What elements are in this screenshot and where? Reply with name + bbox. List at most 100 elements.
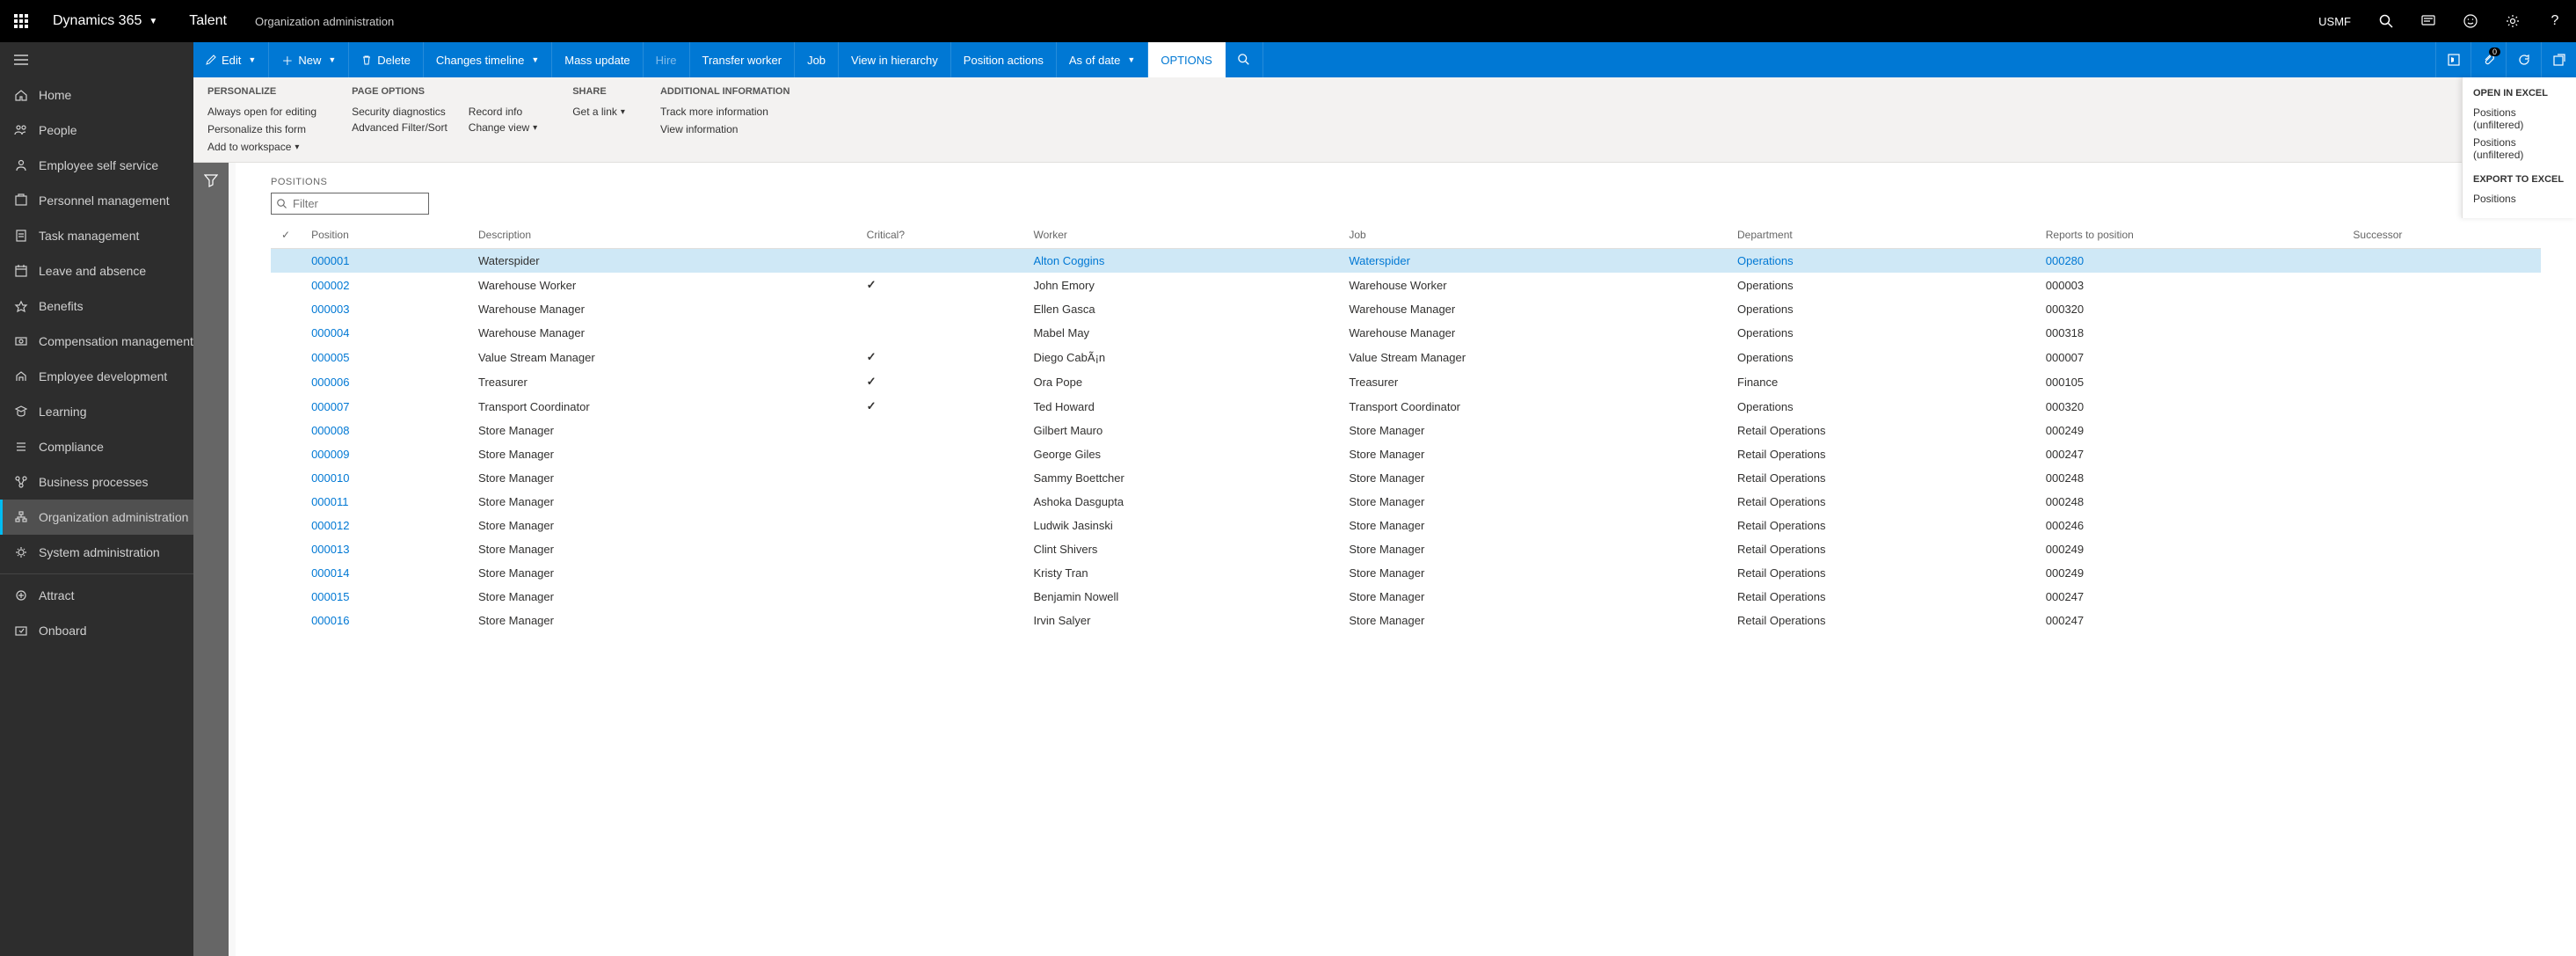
- attachments-button[interactable]: 0: [2470, 42, 2506, 77]
- table-row[interactable]: 000008Store ManagerGilbert MauroStore Ma…: [271, 419, 2541, 442]
- record-info-link[interactable]: Record info: [469, 106, 537, 118]
- nav-item-onboard[interactable]: Onboard: [0, 613, 193, 648]
- nav-item-org[interactable]: Organization administration: [0, 500, 193, 535]
- table-row[interactable]: 000014Store ManagerKristy TranStore Mana…: [271, 561, 2541, 585]
- changes-timeline-button[interactable]: Changes timeline ▼: [424, 42, 552, 77]
- table-row[interactable]: 000005Value Stream Manager✓Diego CabÃ¡nV…: [271, 345, 2541, 369]
- column-worker[interactable]: Worker: [1022, 222, 1338, 249]
- position-link[interactable]: 000008: [311, 424, 349, 437]
- nav-item-learn[interactable]: Learning: [0, 394, 193, 429]
- flyout-export-item[interactable]: Positions: [2473, 190, 2565, 208]
- column-position[interactable]: Position: [301, 222, 468, 249]
- position-actions-button[interactable]: Position actions: [951, 42, 1057, 77]
- view-hierarchy-button[interactable]: View in hierarchy: [839, 42, 951, 77]
- edit-button[interactable]: Edit ▼: [193, 42, 269, 77]
- column-job[interactable]: Job: [1338, 222, 1727, 249]
- flyout-open-item[interactable]: Positions (unfiltered): [2473, 134, 2565, 164]
- filter-pane-toggle[interactable]: [193, 163, 229, 956]
- nav-item-task[interactable]: Task management: [0, 218, 193, 253]
- row-checkbox[interactable]: [271, 297, 301, 321]
- nav-item-leave[interactable]: Leave and absence: [0, 253, 193, 288]
- position-link[interactable]: 000014: [311, 566, 349, 580]
- position-link[interactable]: 000007: [311, 400, 349, 413]
- hire-button[interactable]: Hire: [644, 42, 690, 77]
- table-row[interactable]: 000012Store ManagerLudwik JasinskiStore …: [271, 514, 2541, 537]
- position-link[interactable]: 000012: [311, 519, 349, 532]
- nav-item-ess[interactable]: Employee self service: [0, 148, 193, 183]
- row-checkbox[interactable]: [271, 321, 301, 345]
- view-info-link[interactable]: View information: [660, 123, 790, 135]
- job-button[interactable]: Job: [795, 42, 839, 77]
- position-link[interactable]: 000005: [311, 351, 349, 364]
- position-link[interactable]: 000004: [311, 326, 349, 339]
- row-checkbox[interactable]: [271, 537, 301, 561]
- row-checkbox[interactable]: [271, 345, 301, 369]
- row-checkbox[interactable]: [271, 585, 301, 609]
- options-tab[interactable]: OPTIONS: [1148, 42, 1226, 77]
- nav-item-dev[interactable]: Employee development: [0, 359, 193, 394]
- position-link[interactable]: 000002: [311, 279, 349, 292]
- nav-item-pm[interactable]: Personnel management: [0, 183, 193, 218]
- nav-item-compl[interactable]: Compliance: [0, 429, 193, 464]
- table-row[interactable]: 000013Store ManagerClint ShiversStore Ma…: [271, 537, 2541, 561]
- office-button[interactable]: [2435, 42, 2470, 77]
- table-row[interactable]: 000009Store ManagerGeorge GilesStore Man…: [271, 442, 2541, 466]
- always-open-link[interactable]: Always open for editing: [207, 106, 317, 118]
- popout-button[interactable]: [2541, 42, 2576, 77]
- help-icon[interactable]: ?: [2534, 0, 2576, 42]
- column-successor[interactable]: Successor: [2342, 222, 2541, 249]
- track-more-link[interactable]: Track more information: [660, 106, 790, 118]
- table-row[interactable]: 000001WaterspiderAlton CogginsWaterspide…: [271, 249, 2541, 274]
- table-row[interactable]: 000004Warehouse ManagerMabel MayWarehous…: [271, 321, 2541, 345]
- search-icon[interactable]: [2365, 0, 2407, 42]
- nav-item-benefits[interactable]: Benefits: [0, 288, 193, 324]
- add-workspace-link[interactable]: Add to workspace▾: [207, 141, 317, 153]
- position-link[interactable]: 000003: [311, 303, 349, 316]
- row-checkbox[interactable]: [271, 561, 301, 585]
- position-link[interactable]: 000011: [311, 495, 348, 508]
- position-link[interactable]: 000015: [311, 590, 349, 603]
- row-checkbox[interactable]: [271, 466, 301, 490]
- personalize-form-link[interactable]: Personalize this form: [207, 123, 317, 135]
- mass-update-button[interactable]: Mass update: [552, 42, 643, 77]
- table-row[interactable]: 000006Treasurer✓Ora PopeTreasurerFinance…: [271, 369, 2541, 394]
- flyout-open-item[interactable]: Positions (unfiltered): [2473, 104, 2565, 134]
- refresh-button[interactable]: [2506, 42, 2541, 77]
- position-link[interactable]: 000001: [311, 254, 349, 267]
- row-checkbox[interactable]: [271, 249, 301, 274]
- table-row[interactable]: 000007Transport Coordinator✓Ted HowardTr…: [271, 394, 2541, 419]
- row-checkbox[interactable]: [271, 369, 301, 394]
- nav-item-biz[interactable]: Business processes: [0, 464, 193, 500]
- column-reports[interactable]: Reports to position: [2035, 222, 2343, 249]
- row-checkbox[interactable]: [271, 273, 301, 297]
- row-checkbox[interactable]: [271, 394, 301, 419]
- nav-item-home[interactable]: Home: [0, 77, 193, 113]
- table-row[interactable]: 000011Store ManagerAshoka DasguptaStore …: [271, 490, 2541, 514]
- change-view-link[interactable]: Change view▾: [469, 121, 537, 134]
- row-checkbox[interactable]: [271, 514, 301, 537]
- row-checkbox[interactable]: [271, 419, 301, 442]
- row-checkbox[interactable]: [271, 442, 301, 466]
- grid-filter-input[interactable]: [271, 193, 429, 215]
- app-launcher-button[interactable]: [0, 0, 42, 42]
- row-checkbox[interactable]: [271, 490, 301, 514]
- table-row[interactable]: 000003Warehouse ManagerEllen GascaWareho…: [271, 297, 2541, 321]
- column-critical[interactable]: Critical?: [856, 222, 1023, 249]
- table-row[interactable]: 000016Store ManagerIrvin SalyerStore Man…: [271, 609, 2541, 632]
- get-link-link[interactable]: Get a link▾: [572, 106, 625, 118]
- delete-button[interactable]: Delete: [349, 42, 424, 77]
- row-checkbox[interactable]: [271, 609, 301, 632]
- table-row[interactable]: 000010Store ManagerSammy BoettcherStore …: [271, 466, 2541, 490]
- position-link[interactable]: 000009: [311, 448, 349, 461]
- table-row[interactable]: 000015Store ManagerBenjamin NowellStore …: [271, 585, 2541, 609]
- transfer-worker-button[interactable]: Transfer worker: [690, 42, 796, 77]
- position-link[interactable]: 000010: [311, 471, 349, 485]
- security-diagnostics-link[interactable]: Security diagnostics: [352, 106, 448, 118]
- feedback-icon[interactable]: [2449, 0, 2492, 42]
- table-row[interactable]: 000002Warehouse Worker✓John EmoryWarehou…: [271, 273, 2541, 297]
- position-link[interactable]: 000013: [311, 543, 349, 556]
- cmd-search-button[interactable]: [1226, 42, 1263, 77]
- position-link[interactable]: 000016: [311, 614, 349, 627]
- nav-toggle-button[interactable]: [0, 42, 193, 77]
- column-department[interactable]: Department: [1727, 222, 2035, 249]
